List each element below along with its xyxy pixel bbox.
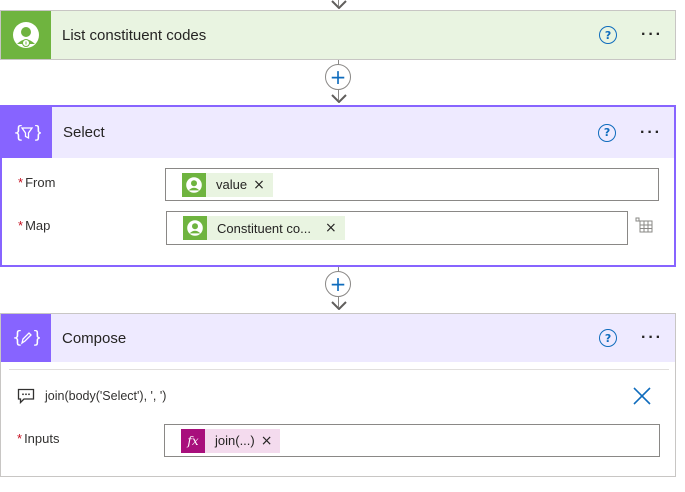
- add-step-button[interactable]: +: [325, 64, 351, 90]
- map-field[interactable]: Constituent co... ×: [166, 211, 628, 245]
- card-header[interactable]: List constituent codes ? ···: [1, 11, 675, 59]
- card-header[interactable]: { } Compose ? ···: [1, 314, 675, 362]
- card-header[interactable]: { } Select ? ···: [2, 107, 674, 158]
- card-title: Select: [63, 124, 105, 141]
- divider: [9, 369, 669, 370]
- from-field[interactable]: value ×: [165, 168, 659, 201]
- svg-text:}: }: [32, 328, 40, 348]
- arrow-down-icon: [331, 94, 347, 103]
- help-icon[interactable]: ?: [598, 123, 617, 142]
- plus-icon: +: [329, 65, 347, 89]
- remove-token-icon[interactable]: ×: [253, 177, 265, 193]
- token-label: Constituent co...: [217, 220, 311, 236]
- remove-token-icon[interactable]: ×: [261, 433, 273, 449]
- help-icon[interactable]: ?: [599, 329, 618, 347]
- more-options-icon[interactable]: ···: [641, 26, 663, 44]
- select-data-operation-icon: { }: [2, 107, 52, 158]
- comment-icon: [17, 388, 35, 409]
- arrow-down-icon: [331, 301, 347, 310]
- map-label: * Map: [18, 218, 51, 233]
- svg-text:{: {: [12, 328, 23, 348]
- svg-text:{: {: [13, 123, 24, 143]
- remove-token-icon[interactable]: ×: [325, 220, 337, 236]
- svg-text:}: }: [33, 123, 41, 143]
- function-icon: fx: [181, 428, 205, 453]
- from-label: * From: [18, 175, 56, 190]
- plus-icon: +: [329, 272, 347, 296]
- token-label: join(...): [215, 433, 255, 448]
- arrow-down-icon: [331, 0, 347, 9]
- compose-card[interactable]: { } Compose ? ··· join(body('Select'), '…: [0, 313, 676, 477]
- blackbaud-connector-icon: [182, 172, 206, 197]
- add-step-button[interactable]: +: [325, 271, 351, 297]
- inputs-label: * Inputs: [17, 431, 60, 446]
- inputs-field[interactable]: fx join(...) ×: [164, 424, 660, 457]
- more-options-icon[interactable]: ···: [641, 329, 663, 347]
- switch-map-mode-icon[interactable]: [635, 217, 653, 238]
- blackbaud-connector-icon: [183, 216, 207, 240]
- dynamic-content-token[interactable]: Constituent co... ×: [183, 216, 345, 240]
- dynamic-content-token[interactable]: value ×: [182, 172, 273, 197]
- select-card[interactable]: { } Select ? ··· *From value × *Map Cons…: [0, 105, 676, 267]
- token-label: value: [216, 177, 248, 192]
- comment-text[interactable]: join(body('Select'), ', '): [45, 389, 166, 403]
- compose-data-operation-icon: { }: [1, 314, 51, 362]
- expression-token[interactable]: fx join(...) ×: [181, 428, 281, 453]
- card-title: Compose: [62, 329, 127, 347]
- list-constituent-codes-card[interactable]: List constituent codes ? ···: [0, 10, 676, 60]
- card-title: List constituent codes: [62, 26, 207, 44]
- close-icon[interactable]: [632, 386, 652, 411]
- blackbaud-connector-icon: [1, 11, 51, 59]
- more-options-icon[interactable]: ···: [640, 124, 662, 142]
- help-icon[interactable]: ?: [599, 26, 618, 44]
